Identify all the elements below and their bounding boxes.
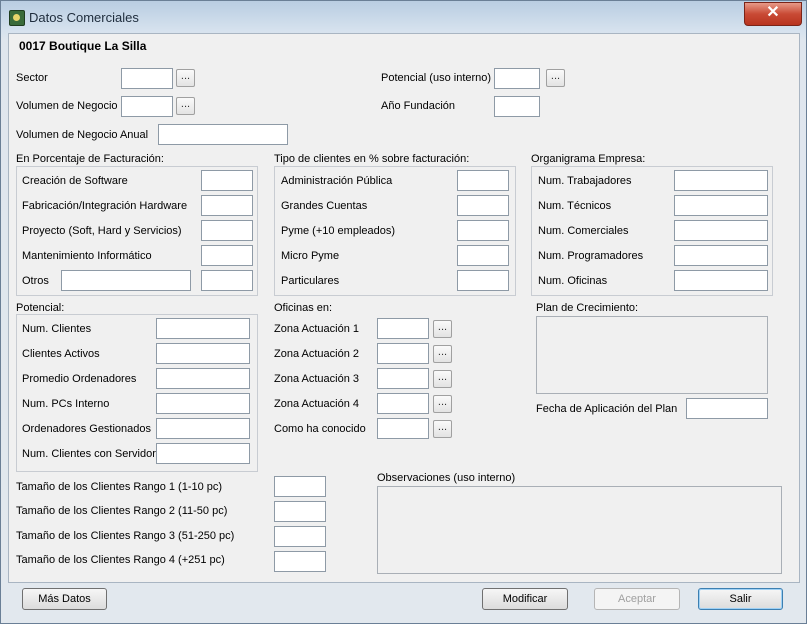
observaciones-title: Observaciones (uso interno) xyxy=(377,472,516,484)
rango-label: Tamaño de los Clientes Rango 1 (1-10 pc) xyxy=(16,481,223,493)
potencial-input[interactable] xyxy=(156,393,250,414)
window-title: Datos Comerciales xyxy=(29,10,139,25)
otros-description-input[interactable] xyxy=(61,270,191,291)
potencial-label: Ordenadores Gestionados xyxy=(22,423,152,435)
close-button[interactable]: ✕ xyxy=(744,2,802,26)
oficinas-label: Como ha conocido xyxy=(274,423,366,435)
organigrama-label: Num. Trabajadores xyxy=(538,175,632,187)
facturacion-label: Mantenimiento Informático xyxy=(22,250,152,262)
ano-fundacion-input[interactable] xyxy=(494,96,540,117)
volumen-negocio-lookup-button[interactable]: ... xyxy=(176,97,195,115)
potencial-interno-label: Potencial (uso interno) xyxy=(381,72,492,84)
potencial-input[interactable] xyxy=(156,343,250,364)
volumen-anual-label: Volumen de Negocio Anual xyxy=(16,129,149,141)
organigrama-label: Num. Comerciales xyxy=(538,225,629,237)
tipo-clientes-label: Administración Pública xyxy=(281,175,393,187)
plan-title: Plan de Crecimiento: xyxy=(536,302,639,314)
facturacion-input[interactable] xyxy=(201,195,253,216)
facturacion-label: Otros xyxy=(22,275,49,287)
observaciones-textarea[interactable] xyxy=(377,486,782,574)
tipo-clientes-label: Micro Pyme xyxy=(281,250,340,262)
tipo-clientes-input[interactable] xyxy=(457,220,509,241)
sector-label: Sector xyxy=(16,72,48,84)
oficinas-label: Zona Actuación 3 xyxy=(274,373,360,385)
volumen-negocio-label: Volumen de Negocio xyxy=(16,100,118,112)
volumen-negocio-input[interactable] xyxy=(121,96,173,117)
oficinas-input[interactable] xyxy=(377,368,429,389)
app-icon xyxy=(9,10,25,26)
oficinas-lookup-button[interactable]: ... xyxy=(433,345,452,363)
sector-lookup-button[interactable]: ... xyxy=(176,69,195,87)
facturacion-input[interactable] xyxy=(201,220,253,241)
organigrama-input[interactable] xyxy=(674,270,768,291)
rango-label: Tamaño de los Clientes Rango 4 (+251 pc) xyxy=(16,554,225,566)
potencial-input[interactable] xyxy=(156,443,250,464)
organigrama-input[interactable] xyxy=(674,195,768,216)
organigrama-label: Num. Oficinas xyxy=(538,275,608,287)
tipo-clientes-input[interactable] xyxy=(457,170,509,191)
tipo-clientes-label: Pyme (+10 empleados) xyxy=(281,225,396,237)
oficinas-lookup-button[interactable]: ... xyxy=(433,420,452,438)
organigrama-input[interactable] xyxy=(674,170,768,191)
facturacion-label: Fabricación/Integración Hardware xyxy=(22,200,188,212)
organigrama-input[interactable] xyxy=(674,220,768,241)
oficinas-input[interactable] xyxy=(377,318,429,339)
oficinas-lookup-button[interactable]: ... xyxy=(433,370,452,388)
potencial-input[interactable] xyxy=(156,318,250,339)
oficinas-label: Zona Actuación 2 xyxy=(274,348,360,360)
potencial-input[interactable] xyxy=(156,368,250,389)
aceptar-button[interactable]: Aceptar xyxy=(594,588,680,610)
tipo-clientes-input[interactable] xyxy=(457,245,509,266)
organigrama-label: Num. Técnicos xyxy=(538,200,612,212)
tipo-clientes-label: Particulares xyxy=(281,275,340,287)
salir-button[interactable]: Salir xyxy=(698,588,783,610)
potencial-label: Num. Clientes xyxy=(22,323,92,335)
potencial-label: Clientes Activos xyxy=(22,348,100,360)
title-bar[interactable]: Datos Comerciales ✕ xyxy=(1,1,806,31)
oficinas-input[interactable] xyxy=(377,343,429,364)
oficinas-label: Zona Actuación 1 xyxy=(274,323,360,335)
sector-input[interactable] xyxy=(121,68,173,89)
potencial-interno-input[interactable] xyxy=(494,68,540,89)
plan-textarea[interactable] xyxy=(536,316,768,394)
potencial-input[interactable] xyxy=(156,418,250,439)
tipo-clientes-label: Grandes Cuentas xyxy=(281,200,368,212)
organigrama-input[interactable] xyxy=(674,245,768,266)
modificar-button[interactable]: Modificar xyxy=(482,588,568,610)
oficinas-input[interactable] xyxy=(377,393,429,414)
tipo-clientes-title: Tipo de clientes en % sobre facturación: xyxy=(274,153,470,165)
facturacion-input[interactable] xyxy=(201,270,253,291)
mas-datos-button[interactable]: Más Datos xyxy=(22,588,107,610)
tipo-clientes-input[interactable] xyxy=(457,270,509,291)
facturacion-title: En Porcentaje de Facturación: xyxy=(16,153,164,165)
potencial-label: Promedio Ordenadores xyxy=(22,373,137,385)
oficinas-lookup-button[interactable]: ... xyxy=(433,320,452,338)
volumen-anual-input[interactable] xyxy=(158,124,288,145)
oficinas-input[interactable] xyxy=(377,418,429,439)
fecha-plan-input[interactable] xyxy=(686,398,768,419)
rango-label: Tamaño de los Clientes Rango 2 (11-50 pc… xyxy=(16,505,228,517)
organigrama-title: Organigrama Empresa: xyxy=(531,153,646,165)
facturacion-label: Creación de Software xyxy=(22,175,128,187)
oficinas-label: Zona Actuación 4 xyxy=(274,398,360,410)
ano-fundacion-label: Año Fundación xyxy=(381,100,455,112)
potencial-label: Num. PCs Interno xyxy=(22,398,110,410)
potencial-title: Potencial: xyxy=(16,302,65,314)
facturacion-label: Proyecto (Soft, Hard y Servicios) xyxy=(22,225,182,237)
tipo-clientes-input[interactable] xyxy=(457,195,509,216)
rango-input[interactable] xyxy=(274,526,326,547)
potencial-label: Num. Clientes con Servidor xyxy=(22,448,156,460)
rango-input[interactable] xyxy=(274,476,326,497)
rango-input[interactable] xyxy=(274,551,326,572)
rango-input[interactable] xyxy=(274,501,326,522)
rango-label: Tamaño de los Clientes Rango 3 (51-250 p… xyxy=(16,530,235,542)
facturacion-input[interactable] xyxy=(201,170,253,191)
facturacion-input[interactable] xyxy=(201,245,253,266)
fecha-plan-label: Fecha de Aplicación del Plan xyxy=(536,403,678,415)
oficinas-lookup-button[interactable]: ... xyxy=(433,395,452,413)
organigrama-label: Num. Programadores xyxy=(538,250,644,262)
oficinas-title: Oficinas en: xyxy=(274,302,333,314)
client-title: 0017 Boutique La Silla xyxy=(19,39,147,53)
potencial-lookup-button[interactable]: ... xyxy=(546,69,565,87)
